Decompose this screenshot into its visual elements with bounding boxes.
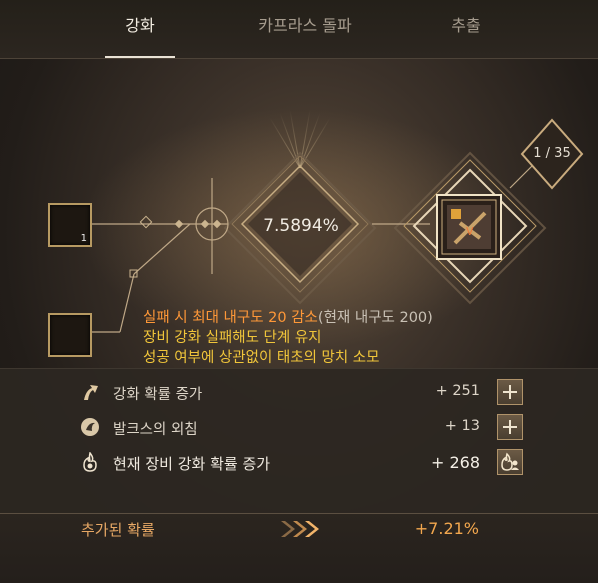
added-probability-value: +7.21% [414, 519, 479, 538]
bonus-value: + 251 [435, 383, 480, 399]
info-line-durability: 실패 시 최대 내구도 20 감소(현재 내구도 200) [143, 308, 433, 328]
added-probability-label: 추가된 확률 [81, 521, 155, 539]
bonus-label: 발크스의 외침 [113, 422, 198, 438]
info-line-keep-level: 장비 강화 실패해도 단계 유지 [143, 330, 322, 346]
current-durability: (현재 내구도 200) [317, 310, 433, 326]
probability-bonus-list: 강화 확률 증가 + 251 발크스의 외침 + 13 현재 장비 강화 확률 … [0, 368, 598, 514]
bonus-row-enhance-probability: 강화 확률 증가 + 251 [0, 375, 598, 409]
tab-extract[interactable]: 추출 [426, 0, 506, 58]
triple-chevron-icon [281, 521, 319, 537]
plus-icon [503, 385, 517, 399]
material-slot-top[interactable]: 1 [48, 203, 92, 247]
material-quantity: 1 [80, 233, 87, 244]
enhancement-panel: 강화 카프라스 돌파 추출 V 1 7.5894% 1 / 35 실패 시 최대… [0, 0, 598, 583]
flame-person-icon [501, 452, 519, 471]
bonus-value: + 13 [444, 418, 480, 434]
bonus-label: 현재 장비 강화 확률 증가 [113, 455, 271, 473]
tab-bar: 강화 카프라스 돌파 추출 [0, 0, 598, 59]
added-probability-row: 추가된 확률 +7.21% [0, 514, 598, 583]
info-line-hammer-consumed: 성공 여부에 상관없이 태초의 망치 소모 [143, 350, 380, 366]
enhancement-diagram: V 1 7.5894% 1 / 35 실패 시 최대 내구도 20 감소(현재 … [0, 58, 598, 368]
bonus-value: + 268 [430, 453, 480, 472]
success-probability: 7.5894% [263, 216, 339, 236]
enhancement-info: 실패 시 최대 내구도 20 감소(현재 내구도 200) 장비 강화 실패해도… [143, 308, 433, 368]
equipment-bonus-button[interactable] [497, 449, 523, 475]
tab-kapras-breakthrough[interactable]: 카프라스 돌파 [232, 0, 378, 58]
svg-text:V: V [466, 225, 474, 238]
attempt-counter: 1 / 35 [533, 146, 571, 161]
durability-warning: 실패 시 최대 내구도 20 감소 [143, 310, 318, 326]
bonus-row-valks-cry: 발크스의 외침 + 13 [0, 410, 598, 444]
moon-icon [81, 418, 99, 436]
bonus-row-current-equipment: 현재 장비 강화 확률 증가 + 268 [0, 445, 598, 479]
plus-icon [503, 420, 517, 434]
bonus-label: 강화 확률 증가 [113, 387, 203, 403]
material-slot-bottom[interactable] [48, 313, 92, 357]
tab-enhance[interactable]: 강화 [101, 0, 179, 58]
add-valks-cry-button[interactable] [497, 414, 523, 440]
flame-icon [83, 452, 97, 472]
arrow-up-icon [84, 385, 98, 400]
crossbow-icon: V [447, 205, 491, 249]
add-bonus-button[interactable] [497, 379, 523, 405]
